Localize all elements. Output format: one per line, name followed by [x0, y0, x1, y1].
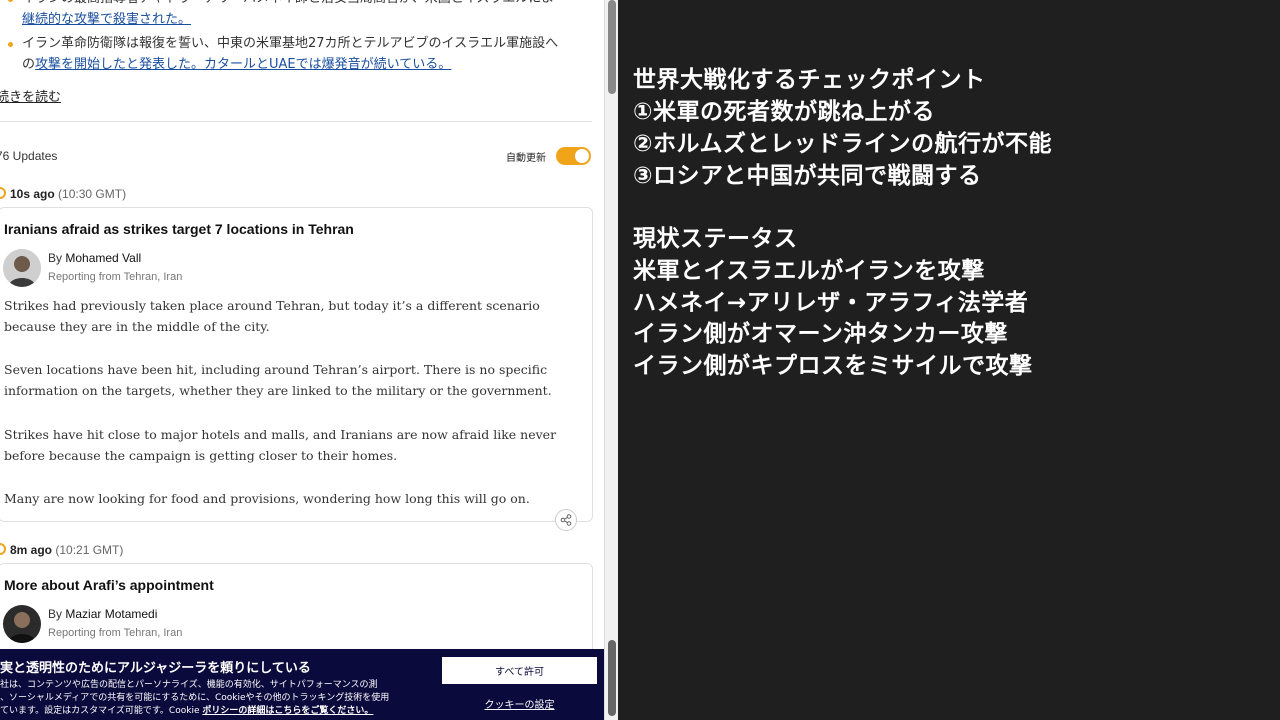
- article-page: イランの最高指導者アヤトラ・アリ・ハメネイ師と治安当局高官が、米国とイスラエルに…: [0, 0, 604, 720]
- avatar-photo-icon: [3, 605, 41, 643]
- timeline-dot-icon: [0, 543, 6, 555]
- author-location: Reporting from Tehran, Iran: [48, 627, 183, 639]
- cookie-text-line: 、ソーシャルメディアでの共有を可能にするために、Cookieやその他のトラッキン…: [0, 693, 390, 703]
- divider: [0, 121, 592, 122]
- status-item: 米軍とイスラエルがイランを攻撃: [633, 258, 985, 284]
- share-button[interactable]: [555, 509, 577, 531]
- status-heading: 現状ステータス: [633, 226, 798, 252]
- cookie-policy-link[interactable]: ポリシーの詳細はこちらをご覧ください。: [202, 706, 373, 716]
- notes-panel: 世界大戦化するチェックポイント ①米軍の死者数が跳ね上がる ②ホルムズとレッドラ…: [618, 0, 1280, 720]
- cookie-title: 実と透明性のためにアルジャジーラを頼りにしている: [0, 661, 311, 676]
- checkpoint-item: ①米軍の死者数が跳ね上がる: [633, 99, 935, 125]
- time-ago: 10s ago: [10, 187, 55, 201]
- timeline-dot-icon: [0, 187, 6, 199]
- auto-update-label: 自動更新: [506, 153, 546, 164]
- summary-bullet: イランの最高指導者アヤトラ・アリ・ハメネイ師と治安当局高官が、米国とイスラエルに…: [0, 0, 600, 30]
- post-timestamp: 8m ago (10:21 GMT): [10, 543, 123, 557]
- cookie-text: 社は、コンテンツや広告の配信とパーソナライズ、機能の有効化、サイトパフォーマンス…: [0, 679, 432, 718]
- avatar-photo-icon: [3, 249, 41, 287]
- live-post-card: Iranians afraid as strikes target 7 loca…: [0, 207, 593, 522]
- post-title[interactable]: More about Arafi’s appointment: [4, 577, 214, 593]
- author-avatar: [3, 249, 41, 287]
- author-name[interactable]: Maziar Motamedi: [65, 607, 157, 621]
- cookie-text-prefix: ています。設定はカスタマイズ可能です。Cookie: [0, 706, 203, 716]
- checkpoint-item: ③ロシアと中国が共同で戦闘する: [633, 163, 982, 189]
- post-paragraph: Strikes have hit close to major hotels a…: [4, 427, 557, 463]
- read-more-link[interactable]: 続きを読む: [0, 86, 61, 105]
- author-name[interactable]: Mohamed Vall: [65, 251, 141, 265]
- time-gmt: (10:21 GMT): [55, 543, 124, 557]
- cookie-text-line: 社は、コンテンツや広告の配信とパーソナライズ、機能の有効化、サイトパフォーマンス…: [0, 680, 378, 690]
- author-avatar: [3, 605, 41, 643]
- bullet-link[interactable]: 継続的な攻撃で殺害された。: [22, 12, 191, 27]
- auto-update-toggle[interactable]: [556, 147, 591, 165]
- author-location: Reporting from Tehran, Iran: [48, 271, 183, 283]
- cookie-text-line: ています。設定はカスタマイズ可能です。Cookie ポリシーの詳細はこちらをご覧…: [0, 705, 432, 718]
- post-author: By Mohamed Vall: [48, 251, 141, 265]
- status-item: イラン側がキプロスをミサイルで攻撃: [633, 353, 1033, 379]
- post-paragraph: Strikes had previously taken place aroun…: [4, 298, 540, 334]
- scrollbar-thumb-lower: [608, 640, 616, 716]
- bullet-dot-icon: [8, 42, 13, 47]
- status-item: ハメネイ→アリレザ・アラフィ法学者: [633, 290, 1029, 316]
- page-scrollbar[interactable]: [604, 0, 618, 720]
- cookie-settings-link[interactable]: クッキーの設定: [442, 696, 597, 711]
- bullet-text-prefix: の: [22, 57, 36, 72]
- bullet-link[interactable]: 攻撃を開始したと発表した。カタールとUAEでは爆発音が続いている。: [35, 57, 451, 72]
- by-label: By: [48, 251, 63, 265]
- toggle-knob: [575, 149, 589, 163]
- post-title[interactable]: Iranians afraid as strikes target 7 loca…: [4, 221, 354, 237]
- summary-bullet: イラン革命防衛隊は報復を誓い、中東の米軍基地27カ所とテルアビブのイスラエル軍施…: [0, 33, 600, 75]
- by-label: By: [48, 607, 63, 621]
- time-ago: 8m ago: [10, 543, 53, 557]
- updates-count: 76 Updates: [0, 149, 58, 163]
- time-gmt: (10:30 GMT): [58, 187, 127, 201]
- bullet-text: イランの最高指導者アヤトラ・アリ・ハメネイ師と治安当局高官が、米国とイスラエルに…: [22, 0, 600, 9]
- scrollbar-thumb[interactable]: [608, 0, 616, 94]
- post-author: By Maziar Motamedi: [48, 607, 157, 621]
- share-icon: [560, 514, 572, 526]
- bullet-text: イラン革命防衛隊は報復を誓い、中東の米軍基地27カ所とテルアビブのイスラエル軍施…: [22, 36, 559, 51]
- bullet-dot-icon: [8, 0, 13, 2]
- summary-bullets: イランの最高指導者アヤトラ・アリ・ハメネイ師と治安当局高官が、米国とイスラエルに…: [0, 0, 600, 78]
- post-paragraph: Seven locations have been hit, including…: [4, 362, 552, 398]
- cookie-banner: 実と透明性のためにアルジャジーラを頼りにしている 社は、コンテンツや広告の配信と…: [0, 649, 604, 720]
- checkpoint-heading: 世界大戦化するチェックポイント: [633, 67, 986, 93]
- allow-all-button[interactable]: すべて許可: [442, 657, 597, 684]
- status-item: イラン側がオマーン沖タンカー攻撃: [633, 321, 1008, 347]
- post-timestamp: 10s ago (10:30 GMT): [10, 187, 126, 201]
- checkpoint-item: ②ホルムズとレッドラインの航行が不能: [633, 131, 1053, 157]
- post-paragraph: Many are now looking for food and provis…: [4, 491, 530, 506]
